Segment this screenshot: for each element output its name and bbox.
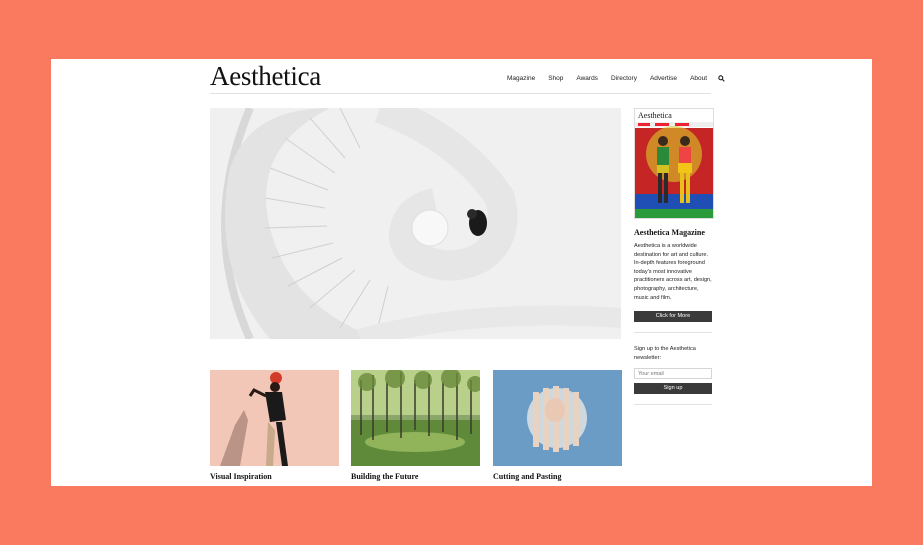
magazine-description: Aesthetica is a worldwide destination fo… [634, 243, 712, 301]
magazine-cover[interactable]: Aesthetica [634, 108, 714, 219]
article-image-2[interactable] [351, 370, 480, 466]
article-card-3[interactable]: Cutting and Pasting [493, 370, 622, 481]
main-nav: Magazine Shop Awards Directory Advertise… [507, 75, 738, 84]
sidebar-divider-2 [634, 404, 712, 406]
nav-about[interactable]: About [690, 75, 707, 84]
sidebar: Aesthetica Aesthetica Magazine Aesthetic… [634, 108, 714, 406]
article-image-1[interactable] [210, 370, 339, 466]
article-card-2[interactable]: Building the Future [351, 370, 480, 481]
signup-button[interactable]: Sign up [634, 383, 712, 395]
article-caption-3[interactable]: Cutting and Pasting [493, 472, 622, 481]
magazine-title: Aesthetica Magazine [634, 228, 705, 237]
browser-page: Aesthetica Magazine Shop Awards Director… [51, 59, 872, 486]
newsletter-text: Sign up to the Aesthetica newsletter: [634, 346, 696, 361]
nav-shop[interactable]: Shop [548, 75, 563, 84]
nav-advertise[interactable]: Advertise [650, 75, 677, 84]
sidebar-divider [634, 332, 712, 334]
hero-image[interactable] [210, 108, 621, 339]
click-for-more-button[interactable]: Click for More [634, 311, 712, 323]
nav-magazine[interactable]: Magazine [507, 75, 535, 84]
header-divider [210, 93, 711, 94]
nav-directory[interactable]: Directory [611, 75, 637, 84]
email-input[interactable]: Your email [634, 368, 712, 380]
article-card-1[interactable]: Visual Inspiration [210, 370, 339, 481]
article-image-3[interactable] [493, 370, 622, 466]
article-caption-2[interactable]: Building the Future [351, 472, 480, 481]
svg-text:Aesthetica: Aesthetica [638, 111, 672, 120]
nav-awards[interactable]: Awards [576, 75, 598, 84]
site-logo[interactable]: Aesthetica [210, 61, 321, 92]
article-caption-1[interactable]: Visual Inspiration [210, 472, 339, 481]
search-icon[interactable] [718, 75, 725, 84]
